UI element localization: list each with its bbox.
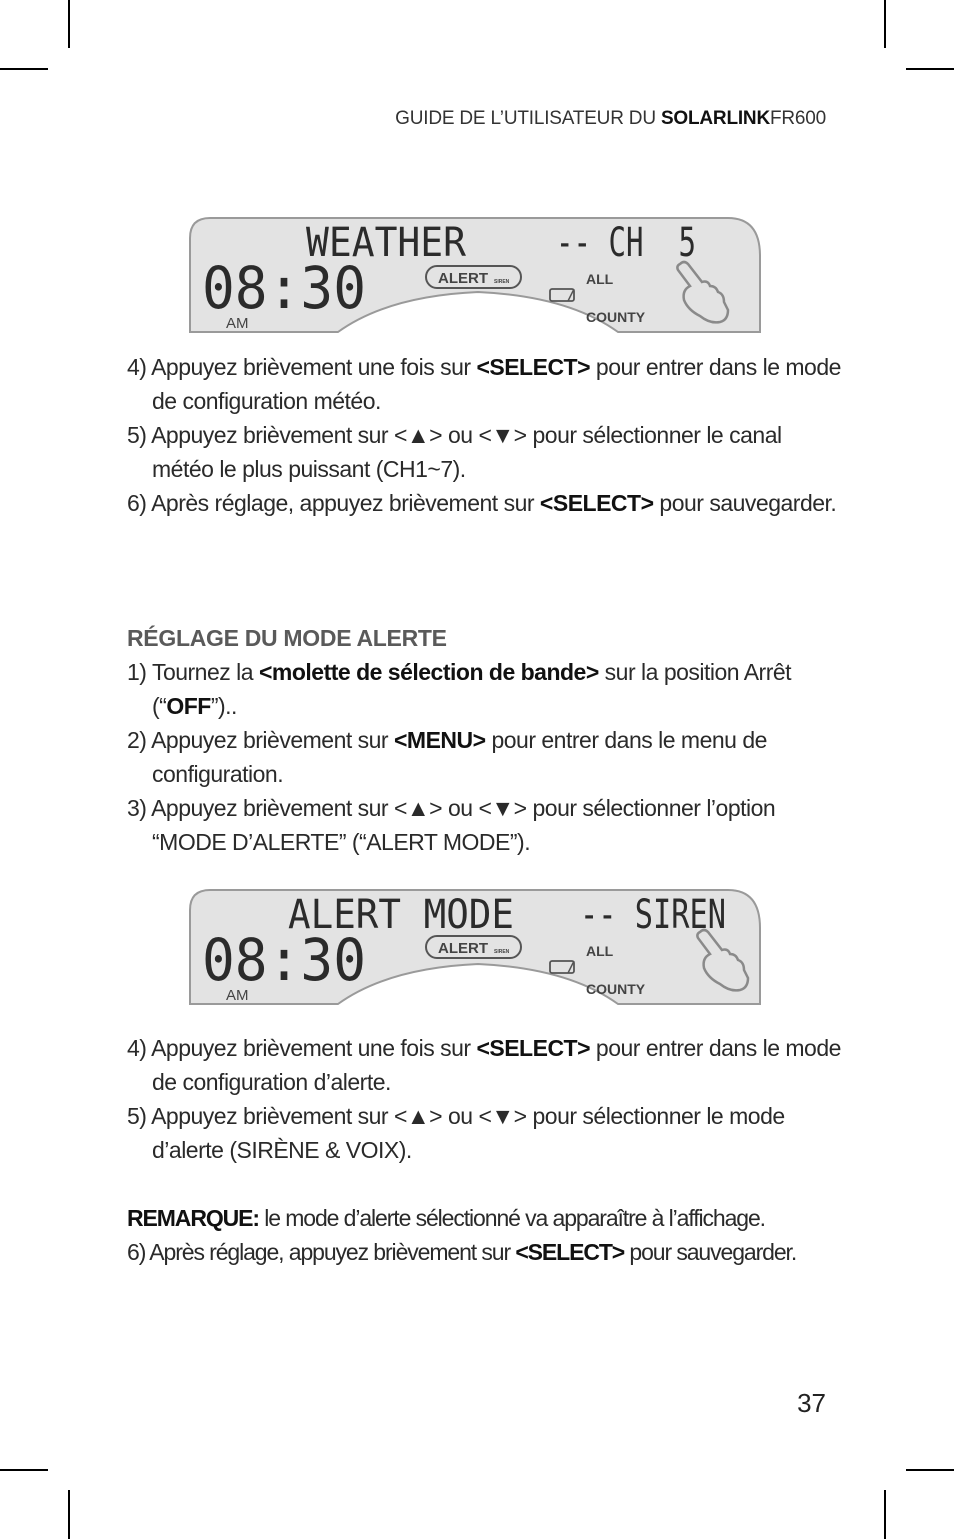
note-label: REMARQUE: (127, 1205, 260, 1231)
alert-badge-label: ALERT (438, 940, 488, 957)
lcd-county-label: COUNTY (586, 981, 646, 997)
lcd-illustration: ALERT MODE -- SIREN 08:30 AM ALERT SIREN… (189, 889, 761, 1005)
step-6-weather: 6) Après réglage, appuyez brièvement sur… (127, 490, 837, 516)
crop-mark-top-left-v (68, 0, 70, 48)
step-5-alert: 5) Appuyez brièvement sur <▲> ou <▼> pou… (127, 1103, 785, 1163)
lcd-am-label: AM (226, 315, 249, 332)
weather-steps: 4) Appuyez brièvement une fois sur <SELE… (127, 350, 847, 520)
select-button-ref: <SELECT> (539, 490, 654, 516)
alert-config-steps: 4) Appuyez brièvement une fois sur <SELE… (127, 1031, 847, 1167)
header-model: FR600 (769, 108, 826, 129)
alert-badge-sub: SIREN (494, 279, 510, 285)
step-2-alert: 2) Appuyez brièvement sur <MENU> pour en… (127, 727, 767, 787)
step-1-alert: 1) Tournez la <molette de sélection de b… (127, 659, 792, 719)
select-button-ref: <SELECT> (476, 354, 591, 380)
lcd-display-weather: WEATHER -- CH 5 08:30 AM ALERT SIREN ALL… (188, 216, 762, 334)
page-number: 37 (797, 1388, 826, 1418)
crop-mark-top-right-h (906, 68, 954, 70)
band-dial-ref: <molette de sélection de bande> (258, 659, 599, 685)
step-6-alert: 6) Après réglage, appuyez brièvement sur… (127, 1239, 797, 1265)
off-ref: OFF (166, 693, 211, 719)
crop-mark-top-right-v (884, 0, 886, 48)
lcd-display-alert-mode: ALERT MODE -- SIREN 08:30 AM ALERT SIREN… (188, 888, 762, 1006)
select-button-ref: <SELECT> (476, 1035, 591, 1061)
lcd-county-label: COUNTY (586, 309, 646, 325)
lcd-time: 08:30 (202, 926, 366, 994)
alert-badge-label: ALERT (438, 270, 488, 287)
header-brand: SOLARLINK (660, 108, 770, 129)
menu-button-ref: <MENU> (393, 727, 486, 753)
lcd-time: 08:30 (202, 254, 366, 322)
running-header: GUIDE DE L’UTILISATEUR DU SOLARLINKFR600 (395, 108, 826, 130)
header-prefix: GUIDE DE L’UTILISATEUR DU (395, 108, 661, 129)
lcd-am-label: AM (226, 987, 249, 1004)
crop-mark-bottom-left-h (0, 1469, 48, 1471)
lcd-all-label: ALL (586, 943, 614, 959)
step-4-weather: 4) Appuyez brièvement une fois sur <SELE… (127, 354, 841, 414)
step-4-alert: 4) Appuyez brièvement une fois sur <SELE… (127, 1035, 841, 1095)
note-text: le mode d’alerte sélectionné va apparaît… (258, 1205, 766, 1231)
crop-mark-bottom-right-h (906, 1469, 954, 1471)
lcd-illustration: WEATHER -- CH 5 08:30 AM ALERT SIREN ALL… (189, 217, 761, 333)
step-5-weather: 5) Appuyez brièvement sur <▲> ou <▼> pou… (127, 422, 782, 482)
alert-mode-section: RÉGLAGE DU MODE ALERTE 1) Tournez la <mo… (127, 621, 847, 859)
note-line: REMARQUE: le mode d’alerte sélectionné v… (127, 1201, 847, 1235)
crop-mark-bottom-left-v (68, 1490, 70, 1539)
lcd-right-text: -- CH 5 (556, 220, 696, 266)
alert-badge-sub: SIREN (494, 949, 510, 955)
crop-mark-top-left-h (0, 68, 48, 70)
section-heading: RÉGLAGE DU MODE ALERTE (127, 625, 447, 651)
select-button-ref: <SELECT> (515, 1239, 625, 1265)
crop-mark-bottom-right-v (884, 1490, 886, 1539)
lcd-all-label: ALL (586, 271, 614, 287)
step-3-alert: 3) Appuyez brièvement sur <▲> ou <▼> pou… (127, 795, 776, 855)
note-block: REMARQUE: le mode d’alerte sélectionné v… (127, 1201, 847, 1269)
